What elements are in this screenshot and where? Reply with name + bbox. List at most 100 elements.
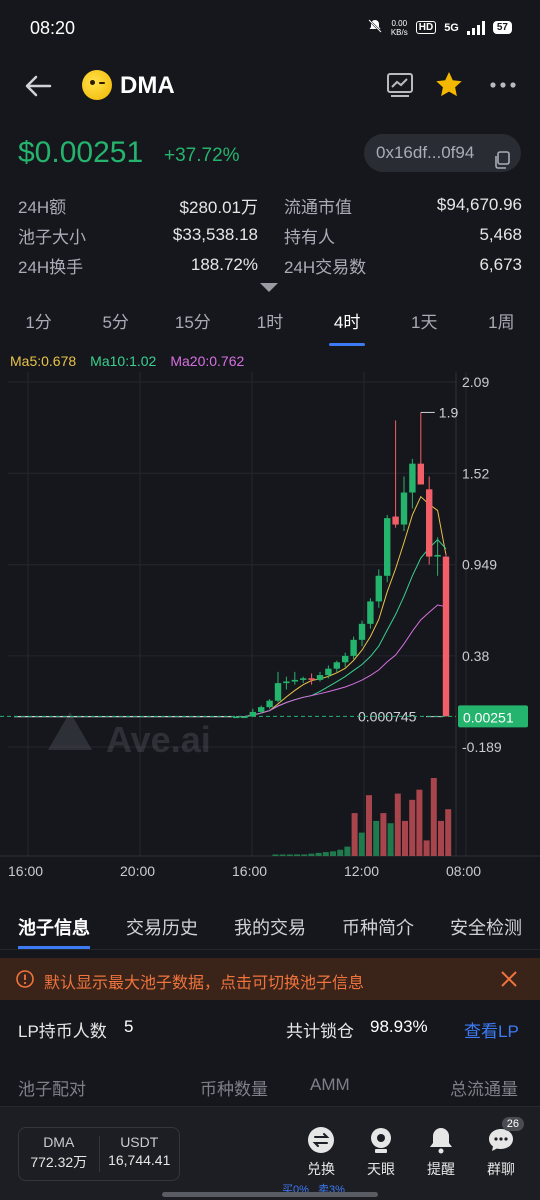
tab-my-trades[interactable]: 我的交易 bbox=[216, 906, 324, 949]
sky-eye-button[interactable]: 天眼 bbox=[356, 1125, 406, 1179]
token-b-amount: 16,744.41 bbox=[108, 1152, 171, 1168]
volume-bar bbox=[380, 813, 387, 856]
home-indicator[interactable] bbox=[162, 1192, 378, 1197]
alert-label: 提醒 bbox=[427, 1161, 455, 1177]
volume-bar bbox=[409, 799, 416, 856]
status-time: 08:20 bbox=[30, 18, 76, 38]
mute-icon bbox=[367, 18, 383, 37]
notice-text: 默认显示最大池子数据，点击可切换池子信息 bbox=[44, 975, 365, 992]
timeframe-tabs: 1分 5分 15分 1时 4时 1天 1周 bbox=[0, 308, 540, 348]
pool-pair-box[interactable]: DMA 772.32万 USDT 16,744.41 bbox=[18, 1127, 180, 1181]
ma20-line bbox=[235, 604, 447, 718]
signal-icon bbox=[466, 20, 485, 35]
x-tick-label: 20:00 bbox=[120, 863, 155, 879]
stat-label: 24H换手 bbox=[18, 257, 84, 277]
candle-body bbox=[274, 683, 282, 701]
volume-bar bbox=[315, 852, 322, 856]
swap-label: 兑换 bbox=[307, 1161, 335, 1177]
back-arrow-icon[interactable] bbox=[20, 68, 56, 104]
watermark-logo-icon bbox=[48, 712, 92, 750]
last-price-label: 0.00251 bbox=[463, 709, 514, 725]
volume-bar bbox=[416, 789, 423, 856]
x-tick-label: 12:00 bbox=[344, 863, 379, 879]
candles bbox=[232, 412, 450, 719]
battery-icon: 57 bbox=[492, 21, 512, 34]
volume-bar bbox=[402, 820, 408, 856]
sky-eye-label: 天眼 bbox=[367, 1161, 395, 1177]
stats-row: 24H额 $280.01万 流通市值 $94,670.96 bbox=[18, 190, 522, 220]
tab-pool-info[interactable]: 池子信息 bbox=[0, 906, 108, 949]
hd-icon: HD bbox=[415, 21, 437, 34]
timeframe-tab[interactable]: 1时 bbox=[231, 308, 308, 348]
volume-bar bbox=[394, 793, 401, 856]
view-lp-link[interactable]: 查看LP bbox=[464, 1017, 519, 1042]
x-tick-label: 16:00 bbox=[8, 863, 43, 879]
volume-bar bbox=[279, 854, 286, 856]
candle-body bbox=[308, 678, 315, 680]
pool-notice[interactable]: 默认显示最大池子数据，点击可切换池子信息 bbox=[0, 958, 540, 1000]
volume-bar bbox=[308, 853, 315, 856]
status-bar: 08:20 0.00 KB/s HD 5G 57 bbox=[0, 0, 540, 60]
candle-body bbox=[350, 639, 357, 656]
x-tick-label: 08:00 bbox=[446, 863, 481, 879]
timeframe-tab-active[interactable]: 4时 bbox=[309, 308, 386, 348]
chart-grid bbox=[0, 372, 540, 857]
volume-bars bbox=[272, 778, 452, 856]
contract-address-button[interactable]: 0x16df...0f94 bbox=[364, 134, 521, 172]
stat-value: 5,468 bbox=[479, 225, 522, 244]
candle-body bbox=[300, 678, 307, 680]
timeframe-tab[interactable]: 5分 bbox=[77, 308, 154, 348]
stat-value: 6,673 bbox=[479, 255, 522, 274]
timeframe-tab[interactable]: 1天 bbox=[386, 308, 463, 348]
y-tick-label: -0.189 bbox=[462, 739, 502, 755]
candle-body bbox=[409, 463, 416, 493]
expand-stats-icon[interactable] bbox=[260, 283, 278, 292]
token-a-symbol: DMA bbox=[43, 1134, 75, 1150]
candle-body bbox=[316, 675, 324, 680]
chat-badge: 26 bbox=[501, 1117, 524, 1131]
warning-icon bbox=[16, 970, 34, 988]
copy-icon[interactable] bbox=[493, 145, 510, 169]
volume-bar bbox=[438, 820, 444, 856]
timeframe-tab[interactable]: 1周 bbox=[463, 308, 540, 348]
candle-body bbox=[426, 489, 433, 557]
bottom-action-bar: DMA 772.32万 USDT 16,744.41 兑换 天眼 提醒 26 群… bbox=[0, 1106, 540, 1200]
timeframe-tab[interactable]: 1分 bbox=[0, 308, 77, 348]
network-label: 5G bbox=[444, 21, 459, 34]
timeframe-tab[interactable]: 15分 bbox=[154, 308, 231, 348]
col-qty: 币种数量 bbox=[200, 1080, 268, 1099]
candle-body bbox=[266, 700, 273, 708]
col-liquidity: 总流通量 bbox=[450, 1080, 518, 1099]
price-chart[interactable]: Ave.ai 2.09 1.52 0.949 0.38 -0.189 16:00 20:00… bbox=[0, 372, 540, 882]
token-name: DMA bbox=[120, 72, 175, 99]
candle-body bbox=[333, 662, 340, 669]
tab-token-intro[interactable]: 币种简介 bbox=[324, 906, 432, 949]
volume-bar bbox=[387, 823, 394, 856]
lp-holders-value: 5 bbox=[124, 1017, 134, 1036]
volume-bar bbox=[272, 854, 279, 856]
price-change: +37.72% bbox=[164, 145, 240, 166]
close-icon[interactable] bbox=[498, 968, 520, 990]
more-options-icon[interactable] bbox=[488, 70, 518, 100]
stats-row: 池子大小 $33,538.18 持有人 5,468 bbox=[18, 220, 522, 250]
chart-view-icon[interactable] bbox=[385, 70, 415, 100]
stat-value: $280.01万 bbox=[179, 197, 258, 217]
tab-trade-history[interactable]: 交易历史 bbox=[108, 906, 216, 949]
chat-label: 群聊 bbox=[487, 1161, 515, 1177]
alert-button[interactable]: 提醒 bbox=[416, 1125, 466, 1179]
volume-bar bbox=[344, 846, 351, 856]
volume-bar bbox=[337, 849, 344, 856]
info-tabs: 池子信息 交易历史 我的交易 币种简介 安全检测 bbox=[0, 906, 540, 950]
stats-row: 24H换手 188.72% 24H交易数 6,673 bbox=[18, 250, 522, 280]
tab-security-check[interactable]: 安全检测 bbox=[432, 906, 540, 949]
chat-icon: 26 bbox=[476, 1117, 526, 1159]
stat-value: 188.72% bbox=[190, 255, 258, 274]
swap-button[interactable]: 兑换 bbox=[296, 1125, 346, 1179]
col-pair: 池子配对 bbox=[18, 1080, 86, 1099]
candle-body bbox=[434, 554, 441, 557]
group-chat-button[interactable]: 26 群聊 bbox=[476, 1117, 526, 1179]
favorite-star-icon[interactable] bbox=[434, 70, 464, 100]
volume-bar bbox=[445, 809, 452, 856]
y-tick-label: 0.949 bbox=[462, 557, 497, 573]
volume-bar bbox=[366, 795, 372, 856]
